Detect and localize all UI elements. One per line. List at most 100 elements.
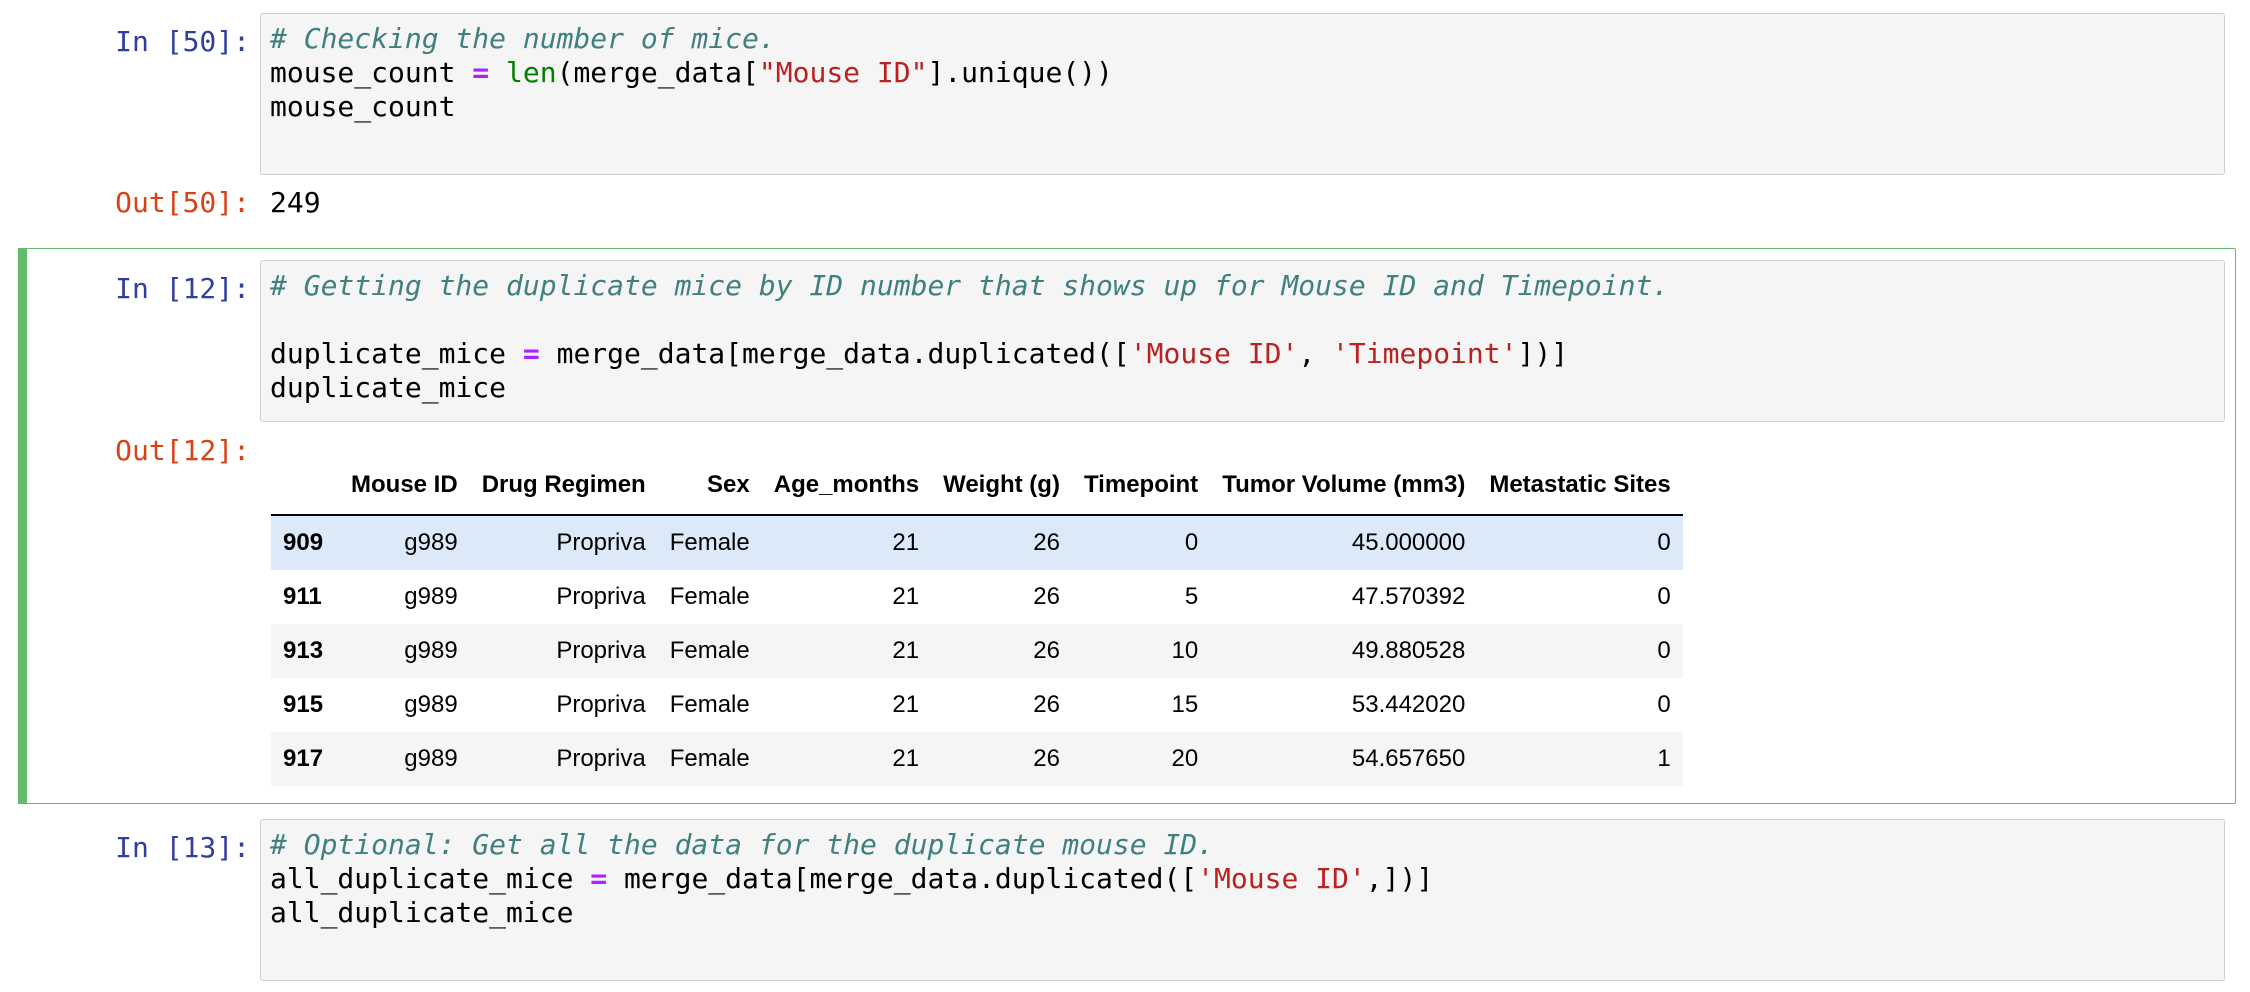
output-value: 249: [270, 186, 321, 219]
table-cell: 47.570392: [1351, 583, 1466, 610]
table-cell: Female: [669, 637, 750, 664]
code-token: duplicate_mice: [270, 337, 523, 370]
row-index: 913: [283, 637, 324, 664]
table-cell: Female: [669, 583, 750, 610]
code-token: (merge_data[: [556, 56, 759, 89]
code-line[interactable]: all_duplicate_mice = merge_data[merge_da…: [270, 862, 1433, 896]
code-token: ].unique()): [927, 56, 1113, 89]
code-token: =: [472, 56, 490, 89]
table-cell: 21: [892, 583, 920, 610]
table-cell: 5: [1184, 583, 1199, 610]
code-editor[interactable]: # Optional: Get all the data for the dup…: [260, 819, 2225, 981]
table-cell: Propriva: [556, 637, 646, 664]
table-cell: 21: [892, 529, 920, 556]
table-row: 909 g989 Propriva Female 21 26 0 45.000000 0: [271, 515, 1683, 570]
code-editor[interactable]: # Checking the number of mice. mouse_coun…: [260, 13, 2225, 175]
table-row: 915 g989 Propriva Female 21 26 15 53.442020 0: [271, 678, 1683, 732]
input-prompt: In [12]:: [115, 272, 250, 305]
code-line[interactable]: mouse_count: [270, 90, 1113, 124]
row-index: 911: [283, 583, 322, 610]
table-cell: Female: [669, 529, 750, 556]
code-text[interactable]: # Optional: Get all the data for the dup…: [270, 828, 1433, 930]
table-header-row: Mouse ID Drug Regimen Sex Age_months Wei…: [271, 456, 1683, 516]
code-token: ])]: [1517, 337, 1569, 370]
column-header: Sex: [657, 456, 762, 516]
column-header: Timepoint: [1071, 456, 1211, 516]
code-token: all_duplicate_mice: [270, 862, 591, 895]
code-token: mouse_count: [270, 90, 456, 123]
table-cell: 54.657650: [1351, 745, 1466, 772]
code-line[interactable]: # Getting the duplicate mice by ID numbe…: [270, 269, 1669, 303]
table-cell: 21: [892, 691, 920, 718]
code-token: # Optional: Get all the data for the dup…: [270, 828, 1215, 861]
code-token: 'Mouse ID': [1129, 337, 1299, 370]
table-cell: 26: [1033, 637, 1060, 664]
column-header: Drug Regimen: [469, 456, 658, 516]
row-index: 917: [283, 745, 324, 772]
code-token: all_duplicate_mice: [270, 896, 574, 929]
code-token: ,])]: [1365, 862, 1434, 895]
code-token: ,: [1298, 337, 1333, 370]
table-cell: 45.000000: [1351, 529, 1466, 556]
code-token: =: [590, 862, 608, 895]
table-cell: Female: [669, 745, 750, 772]
table-cell: 15: [1171, 691, 1199, 718]
code-line[interactable]: [270, 303, 1669, 337]
column-header: Metastatic Sites: [1477, 456, 1683, 516]
code-token: merge_data[merge_data.duplicated([: [539, 337, 1130, 370]
row-index: 915: [283, 691, 324, 718]
table-cell: g989: [404, 637, 458, 664]
column-header: Mouse ID: [339, 456, 470, 516]
code-token: merge_data[merge_data.duplicated([: [607, 862, 1198, 895]
input-prompt: In [50]:: [115, 25, 250, 58]
table-cell: Propriva: [556, 529, 646, 556]
table-cell: g989: [404, 529, 458, 556]
table-cell: Propriva: [556, 691, 646, 718]
table-cell: 0: [1657, 691, 1671, 718]
code-line[interactable]: all_duplicate_mice: [270, 896, 1433, 930]
code-editor[interactable]: # Getting the duplicate mice by ID numbe…: [260, 260, 2225, 422]
code-text[interactable]: # Getting the duplicate mice by ID numbe…: [270, 269, 1669, 405]
code-token: mouse_count: [270, 56, 473, 89]
code-token: duplicate_mice: [270, 371, 507, 404]
code-line[interactable]: duplicate_mice: [270, 371, 1669, 405]
table-cell: 1: [1657, 745, 1671, 772]
table-cell: Female: [669, 691, 750, 718]
table-cell: Propriva: [556, 745, 646, 772]
table-cell: 21: [892, 637, 920, 664]
output-prompt: Out[12]:: [115, 434, 250, 467]
table-cell: 26: [1033, 583, 1060, 610]
table-cell: 26: [1033, 529, 1060, 556]
column-header: Age_months: [761, 456, 932, 516]
table-row: 917 g989 Propriva Female 21 26 20 54.657650 1: [271, 732, 1683, 786]
code-token: # Getting the duplicate mice by ID numbe…: [270, 269, 1670, 302]
table-cell: 0: [1657, 637, 1671, 664]
code-text[interactable]: # Checking the number of mice. mouse_coun…: [270, 22, 1113, 124]
table-cell: 10: [1171, 637, 1199, 664]
table-row: 911 g989 Propriva Female 21 26 5 47.570392 0: [271, 570, 1683, 624]
code-line[interactable]: mouse_count = len(merge_data["Mouse ID"]…: [270, 56, 1113, 90]
dataframe-table: Mouse ID Drug Regimen Sex Age_months Wei…: [271, 456, 1683, 786]
input-prompt: In [13]:: [115, 831, 250, 864]
code-line[interactable]: # Checking the number of mice.: [270, 22, 1113, 56]
code-token: 'Mouse ID': [1197, 862, 1366, 895]
table-cell: g989: [404, 691, 458, 718]
column-header: Weight (g): [931, 456, 1072, 516]
table-row: 913 g989 Propriva Female 21 26 10 49.880528 0: [271, 624, 1683, 678]
table-cell: Propriva: [556, 583, 646, 610]
table-cell: g989: [404, 745, 458, 772]
code-line[interactable]: # Optional: Get all the data for the dup…: [270, 828, 1433, 862]
table-cell: 0: [1657, 583, 1671, 610]
output-prompt: Out[50]:: [115, 186, 250, 219]
table-cell: 21: [892, 745, 920, 772]
table-cell: 26: [1033, 691, 1060, 718]
code-line[interactable]: duplicate_mice = merge_data[merge_data.d…: [270, 337, 1669, 371]
selected-cell-indicator: [18, 248, 27, 804]
table-cell: 0: [1657, 529, 1671, 556]
code-token: "Mouse ID": [758, 56, 928, 89]
table-cell: 49.880528: [1351, 637, 1466, 664]
code-token: len: [506, 56, 557, 89]
table-cell: 0: [1184, 529, 1199, 556]
index-header: [271, 456, 339, 516]
